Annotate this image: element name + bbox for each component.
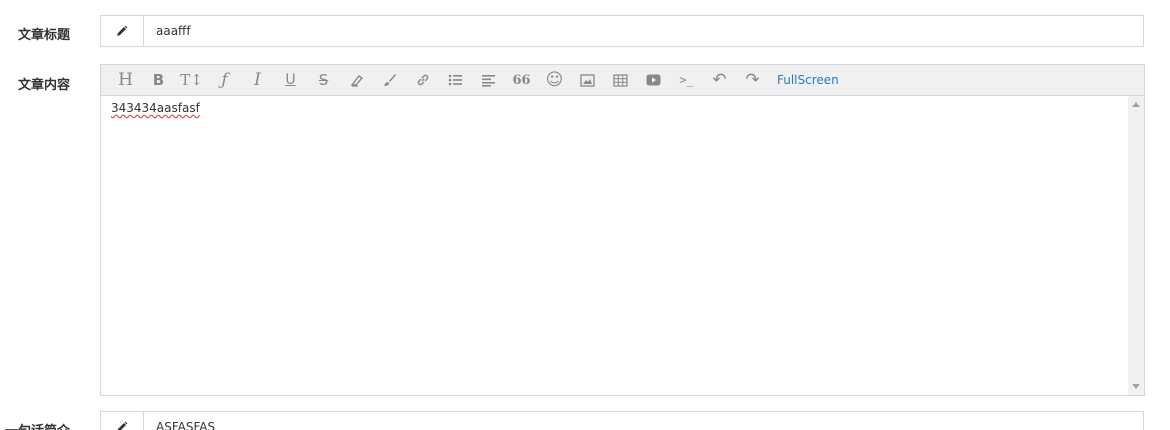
brush-button[interactable] (377, 69, 402, 91)
table-button[interactable] (608, 69, 633, 91)
summary-addon (101, 412, 144, 430)
heading-button[interactable]: H (113, 69, 138, 91)
markdown-editor: H B T↕ ƒ I U S 66 ☺ >_ ↶ ↷ FullScreen 34… (100, 64, 1145, 396)
editor-toolbar: H B T↕ ƒ I U S 66 ☺ >_ ↶ ↷ FullScreen (101, 65, 1144, 96)
brush-icon (383, 73, 397, 87)
pencil-icon (116, 25, 128, 37)
underline-button[interactable]: U (278, 69, 303, 91)
code-icon: >_ (679, 73, 694, 87)
eraser-button[interactable] (344, 69, 369, 91)
heading-icon: H (118, 70, 133, 90)
quote-icon: 66 (512, 72, 531, 88)
undo-icon: ↶ (712, 70, 727, 90)
text-size-button[interactable]: T↕ (179, 69, 204, 91)
list-button[interactable] (443, 69, 468, 91)
align-icon (481, 74, 496, 87)
link-button[interactable] (410, 69, 435, 91)
article-form: 文章标题 文章内容 H B T↕ ƒ I U S (0, 0, 1170, 430)
pencil-icon (116, 421, 128, 430)
list-icon (448, 73, 463, 87)
quote-button[interactable]: 66 (509, 69, 534, 91)
bold-button[interactable]: B (146, 69, 171, 91)
fullscreen-button[interactable]: FullScreen (777, 73, 839, 87)
title-label: 文章标题 (17, 28, 70, 43)
editor-content: 343434aasfasf (111, 101, 200, 115)
content-label: 文章内容 (17, 78, 70, 93)
image-button[interactable] (575, 69, 600, 91)
title-addon (101, 16, 144, 46)
underline-icon: U (285, 72, 296, 88)
image-icon (580, 73, 595, 87)
editor-textarea[interactable]: 343434aasfasf (101, 96, 1144, 395)
strikethrough-button[interactable]: S (311, 69, 336, 91)
emoji-icon: ☺ (545, 70, 564, 90)
italic-icon: I (254, 70, 261, 90)
font-icon: ƒ (221, 70, 228, 90)
summary-label: 一句话简介 (0, 420, 70, 430)
editor-scrollbar[interactable] (1128, 96, 1144, 395)
redo-button[interactable]: ↷ (740, 69, 765, 91)
undo-button[interactable]: ↶ (707, 69, 732, 91)
align-button[interactable] (476, 69, 501, 91)
italic-button[interactable]: I (245, 69, 270, 91)
text-size-icon: T↕ (180, 71, 203, 89)
summary-input[interactable] (144, 412, 1143, 430)
link-icon (416, 73, 430, 87)
emoji-button[interactable]: ☺ (542, 69, 567, 91)
redo-icon: ↷ (745, 70, 760, 90)
table-icon (613, 73, 628, 87)
title-input-group (100, 15, 1144, 47)
font-button[interactable]: ƒ (212, 69, 237, 91)
video-icon (646, 74, 661, 86)
code-button[interactable]: >_ (674, 69, 699, 91)
title-input[interactable] (144, 16, 1143, 46)
eraser-icon (350, 73, 364, 87)
bold-icon: B (152, 71, 165, 89)
video-button[interactable] (641, 69, 666, 91)
scroll-down-icon[interactable] (1132, 384, 1140, 389)
scroll-up-icon[interactable] (1132, 102, 1140, 107)
summary-input-group (100, 411, 1144, 430)
strikethrough-icon: S (318, 71, 329, 89)
